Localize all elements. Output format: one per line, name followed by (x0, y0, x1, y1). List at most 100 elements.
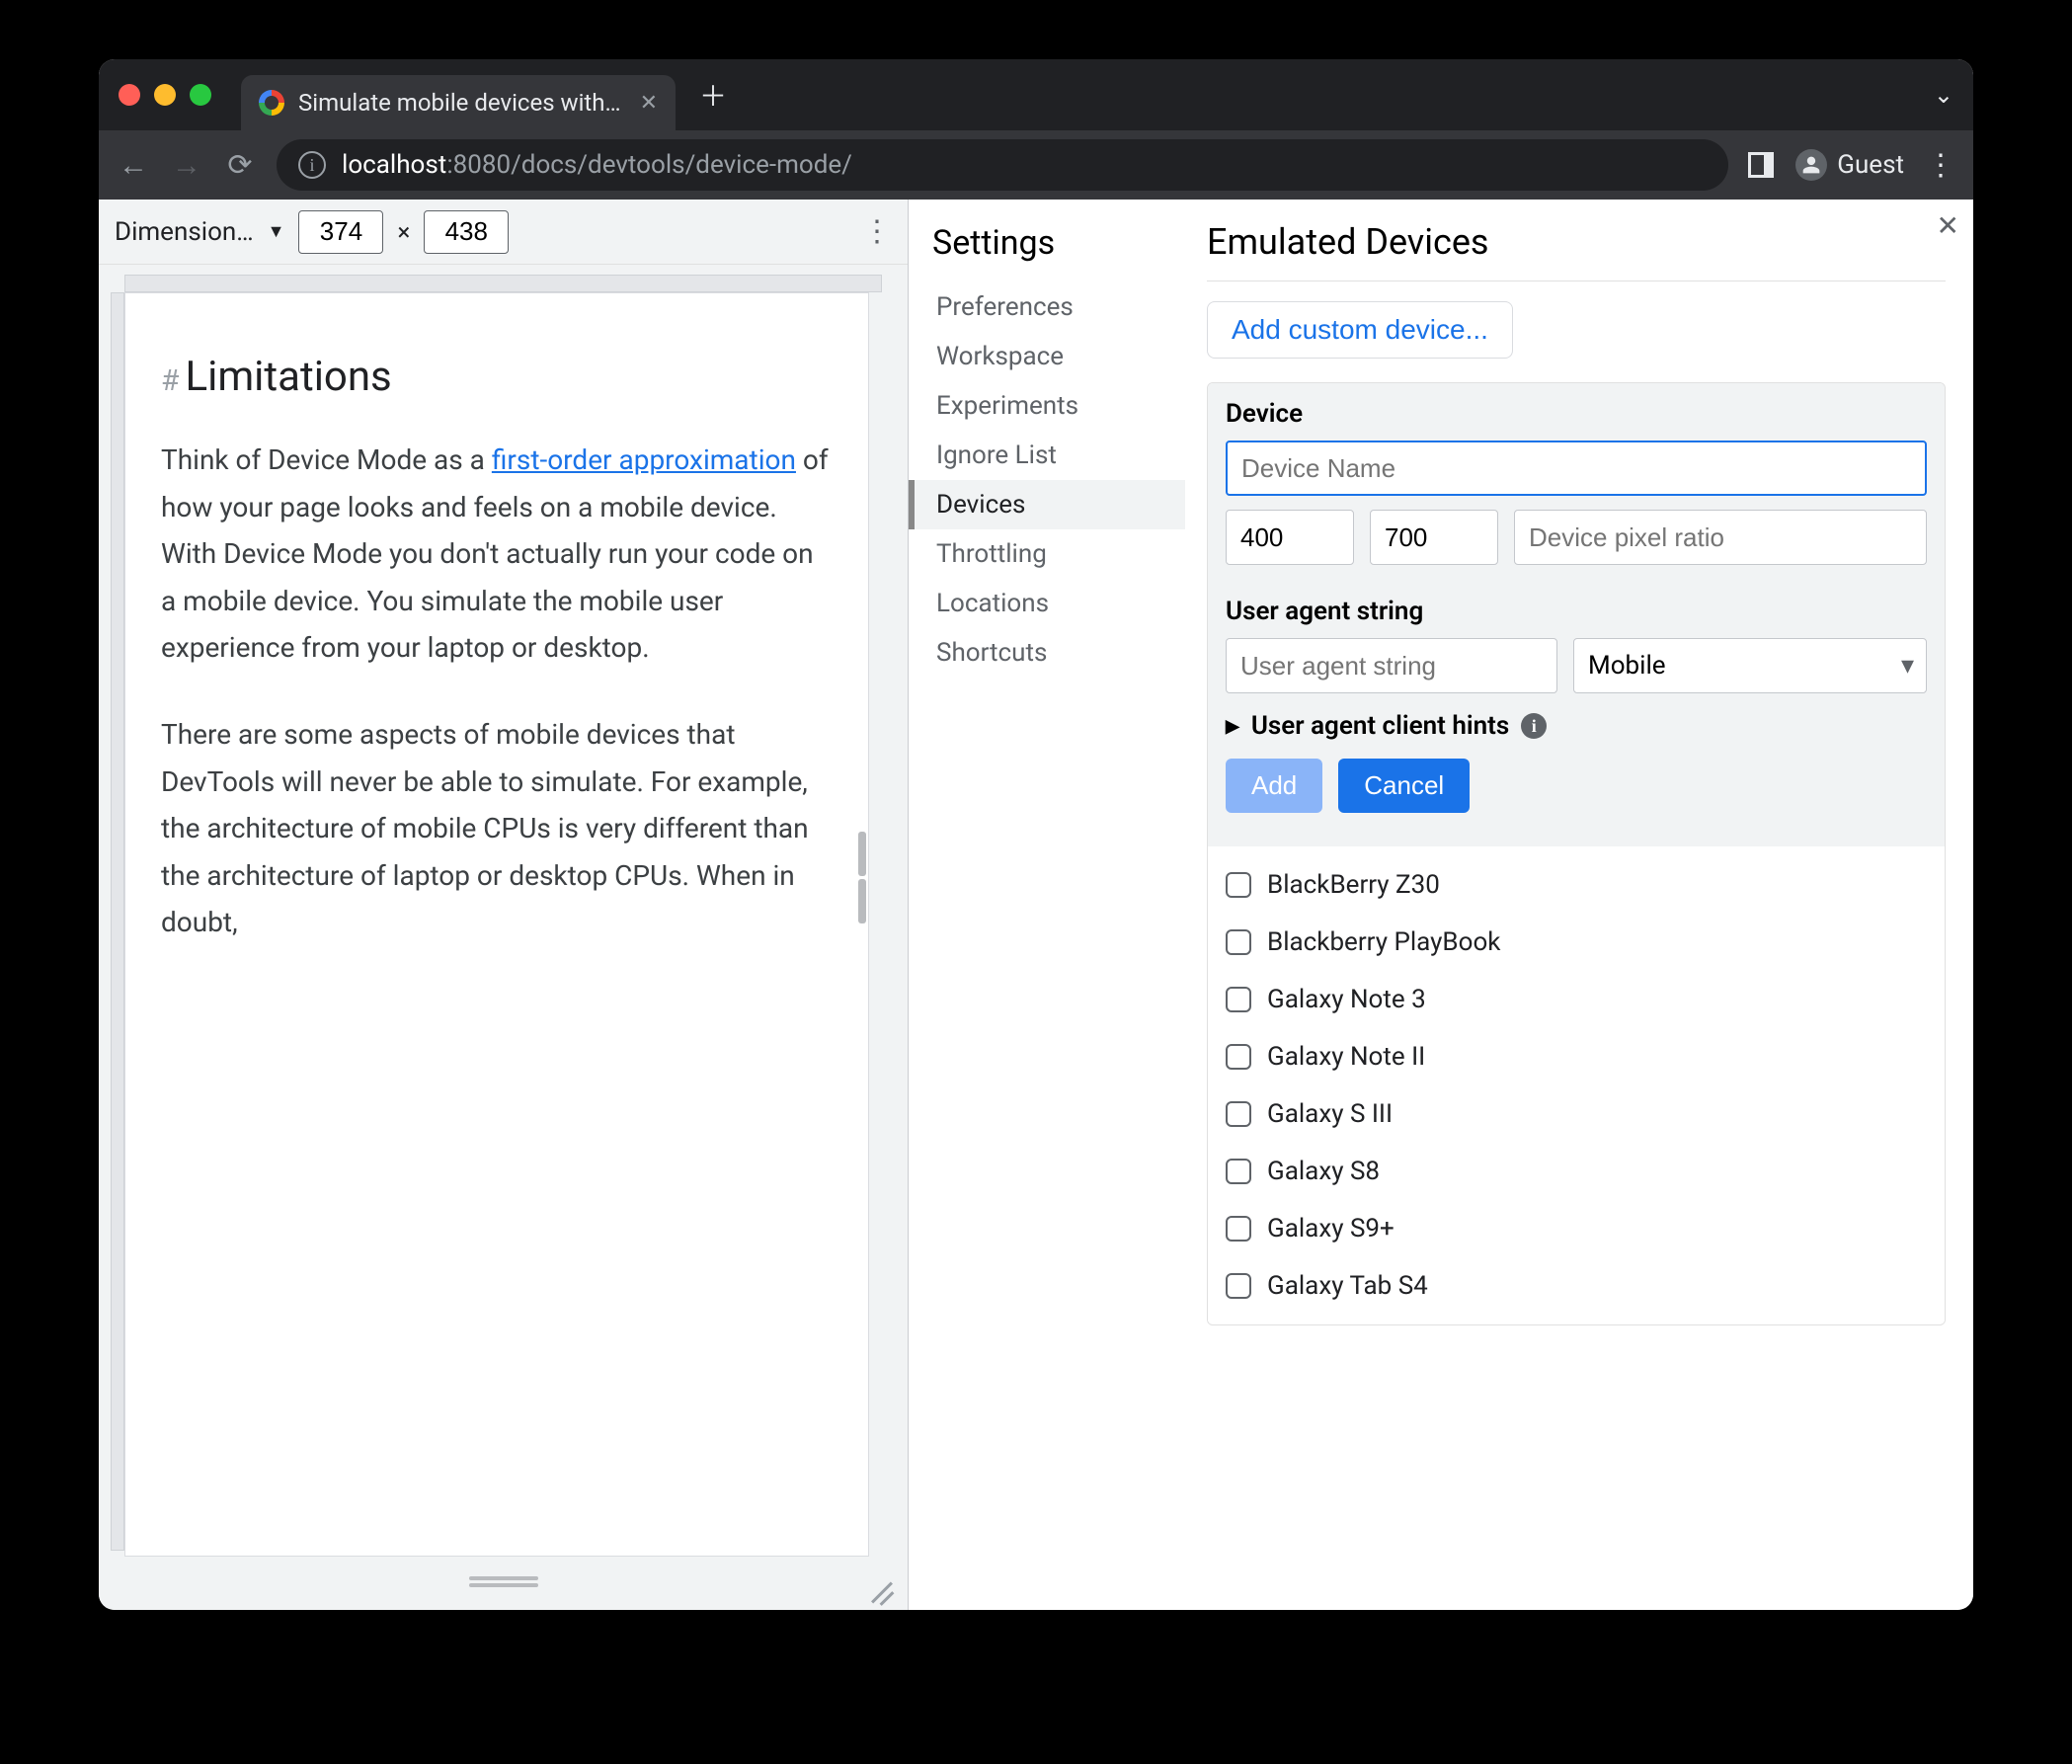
avatar-icon (1795, 149, 1827, 181)
dimension-separator: × (397, 218, 410, 246)
checkbox-icon[interactable] (1226, 929, 1251, 955)
heading-anchor-icon[interactable]: # (161, 363, 179, 398)
side-panel-icon[interactable] (1748, 152, 1774, 178)
settings-nav-locations[interactable]: Locations (909, 579, 1185, 628)
window-controls (119, 84, 211, 106)
device-list-item-label: Galaxy S III (1267, 1099, 1393, 1129)
device-list: BlackBerry Z30 Blackberry PlayBook Galaxy … (1208, 846, 1945, 1324)
checkbox-icon[interactable] (1226, 872, 1251, 898)
device-mode-panel: Dimension… ▼ × ⋮ #Limitations (99, 200, 909, 1610)
settings-title: Settings (932, 223, 1185, 263)
checkbox-icon[interactable] (1226, 1273, 1251, 1299)
ruler-top (124, 275, 882, 292)
minimize-window-icon[interactable] (154, 84, 176, 106)
browser-window: Simulate mobile devices with D ✕ ＋ ⌄ ← →… (99, 59, 1973, 1610)
device-list-item[interactable]: Galaxy Note 3 (1226, 971, 1927, 1028)
site-info-icon[interactable]: i (298, 151, 326, 179)
device-list-item[interactable]: Galaxy S9+ (1226, 1200, 1927, 1257)
settings-nav-ignore-list[interactable]: Ignore List (909, 431, 1185, 480)
device-list-item[interactable]: Galaxy Tab S4 (1226, 1257, 1927, 1315)
ruler-left (111, 292, 124, 1551)
settings-nav-shortcuts[interactable]: Shortcuts (909, 628, 1185, 678)
device-list-item-label: Galaxy S9+ (1267, 1214, 1395, 1243)
emulated-viewport[interactable]: #Limitations Think of Device Mode as a f… (124, 292, 869, 1557)
device-list-item-label: Blackberry PlayBook (1267, 927, 1500, 957)
user-agent-input[interactable] (1226, 638, 1557, 693)
info-icon[interactable]: i (1521, 713, 1547, 739)
content-area: Dimension… ▼ × ⋮ #Limitations (99, 200, 1973, 1610)
cancel-device-button[interactable]: Cancel (1338, 759, 1470, 813)
width-input[interactable] (298, 210, 383, 254)
first-order-approximation-link[interactable]: first-order approximation (492, 443, 796, 476)
add-device-button[interactable]: Add (1226, 759, 1322, 813)
checkbox-icon[interactable] (1226, 987, 1251, 1012)
device-list-item[interactable]: Galaxy S III (1226, 1085, 1927, 1143)
maximize-window-icon[interactable] (190, 84, 211, 106)
device-toolbar: Dimension… ▼ × ⋮ (99, 200, 908, 265)
device-list-item[interactable]: BlackBerry Z30 (1226, 856, 1927, 914)
browser-menu-icon[interactable]: ⋮ (1926, 148, 1955, 183)
settings-nav-preferences[interactable]: Preferences (909, 282, 1185, 332)
tab-close-icon[interactable]: ✕ (640, 91, 658, 116)
settings-nav-devices[interactable]: Devices (909, 480, 1185, 529)
chrome-favicon-icon (259, 90, 284, 116)
scrollbar[interactable] (858, 798, 869, 956)
back-button[interactable]: ← (117, 148, 150, 183)
profile-chip[interactable]: Guest (1795, 149, 1904, 181)
titlebar: Simulate mobile devices with D ✕ ＋ ⌄ (99, 59, 1973, 130)
device-list-item-label: Galaxy Tab S4 (1267, 1271, 1428, 1301)
page-heading: #Limitations (161, 353, 833, 401)
device-list-item-label: Galaxy S8 (1267, 1157, 1380, 1186)
device-list-item-label: Galaxy Note 3 (1267, 985, 1426, 1014)
resize-handle-corner[interactable] (864, 1570, 894, 1600)
device-name-input[interactable] (1226, 441, 1927, 496)
omnibox[interactable]: i localhost:8080/docs/devtools/device-mo… (277, 139, 1728, 191)
device-list-item[interactable]: Galaxy S8 (1226, 1143, 1927, 1200)
tab-list-chevron-icon[interactable]: ⌄ (1934, 81, 1953, 109)
device-list-item[interactable]: Galaxy Note II (1226, 1028, 1927, 1085)
reload-button[interactable]: ⟳ (223, 148, 257, 183)
device-section-label: Device (1226, 399, 1927, 429)
page-paragraph-1: Think of Device Mode as a first-order ap… (161, 437, 833, 672)
url-host: localhost (342, 150, 446, 180)
close-settings-icon[interactable]: ✕ (1937, 209, 1959, 242)
checkbox-icon[interactable] (1226, 1044, 1251, 1070)
settings-nav-throttling[interactable]: Throttling (909, 529, 1185, 579)
device-list-item[interactable]: Blackberry PlayBook (1226, 914, 1927, 971)
settings-nav-workspace[interactable]: Workspace (909, 332, 1185, 381)
emulated-devices-title: Emulated Devices (1207, 221, 1946, 263)
devtools-settings-panel: Settings PreferencesWorkspaceExperiments… (909, 200, 1973, 1610)
user-agent-type-select[interactable]: Mobile (1573, 638, 1927, 693)
new-tab-button[interactable]: ＋ (699, 75, 727, 115)
forward-button[interactable]: → (170, 148, 203, 183)
settings-nav-experiments[interactable]: Experiments (909, 381, 1185, 431)
viewport-wrapper: #Limitations Think of Device Mode as a f… (99, 265, 908, 1610)
device-width-input[interactable] (1226, 510, 1354, 565)
settings-content: ✕ Emulated Devices Add custom device... … (1185, 200, 1973, 1610)
profile-label: Guest (1837, 150, 1904, 180)
dimensions-dropdown-label[interactable]: Dimension… (115, 217, 254, 247)
close-window-icon[interactable] (119, 84, 140, 106)
ua-client-hints-toggle[interactable]: ▶ User agent client hints i (1226, 711, 1927, 741)
height-input[interactable] (424, 210, 509, 254)
url-port: :8080 (446, 150, 511, 180)
device-pixel-ratio-input[interactable] (1514, 510, 1927, 565)
custom-device-form: Device User agent string Mobile (1207, 382, 1946, 1325)
browser-tab[interactable]: Simulate mobile devices with D ✕ (241, 75, 676, 130)
settings-sidebar: Settings PreferencesWorkspaceExperiments… (909, 200, 1185, 1610)
checkbox-icon[interactable] (1226, 1159, 1251, 1184)
checkbox-icon[interactable] (1226, 1216, 1251, 1242)
dimensions-dropdown-icon[interactable]: ▼ (268, 221, 285, 242)
add-custom-device-button[interactable]: Add custom device... (1207, 301, 1513, 359)
address-bar: ← → ⟳ i localhost:8080/docs/devtools/dev… (99, 130, 1973, 200)
user-agent-section-label: User agent string (1226, 597, 1927, 626)
device-height-input[interactable] (1370, 510, 1498, 565)
expand-icon: ▶ (1226, 716, 1239, 737)
device-toolbar-menu-icon[interactable]: ⋮ (862, 214, 892, 249)
device-list-item-label: BlackBerry Z30 (1267, 870, 1440, 900)
tab-title: Simulate mobile devices with D (298, 89, 626, 117)
page-paragraph-2: There are some aspects of mobile devices… (161, 711, 833, 946)
device-list-item-label: Galaxy Note II (1267, 1042, 1425, 1072)
checkbox-icon[interactable] (1226, 1101, 1251, 1127)
resize-handle-bottom[interactable] (469, 1573, 538, 1590)
